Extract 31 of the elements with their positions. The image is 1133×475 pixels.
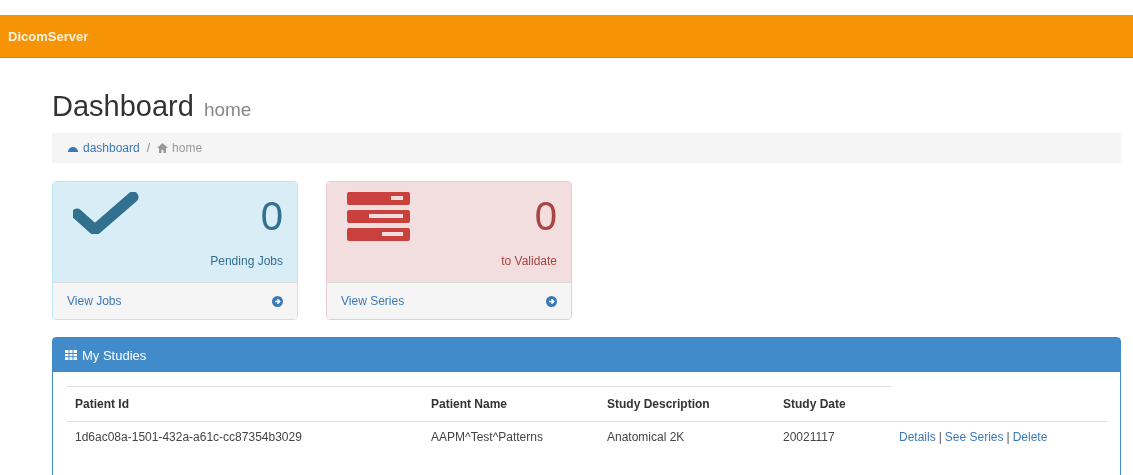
page-subtitle: home bbox=[203, 99, 252, 121]
link-separator: | bbox=[938, 430, 942, 444]
column-header: Patient Id bbox=[67, 386, 423, 422]
action-link[interactable]: Delete bbox=[1012, 430, 1048, 444]
table-cell: Anatomical 2K bbox=[599, 421, 775, 452]
action-link[interactable]: See Series bbox=[944, 430, 1004, 444]
stat-count: 0 bbox=[260, 193, 283, 240]
table-icon bbox=[65, 350, 77, 360]
page-title: Dashboard bbox=[52, 90, 194, 123]
panel-title: My Studies bbox=[82, 347, 147, 363]
breadcrumb-divider: / bbox=[146, 141, 151, 155]
home-icon bbox=[157, 143, 169, 153]
breadcrumb-item[interactable]: dashboard bbox=[67, 141, 140, 155]
stat-label: Pending Jobs bbox=[210, 254, 283, 268]
server-icon bbox=[347, 192, 411, 242]
link-separator: | bbox=[1006, 430, 1010, 444]
card-footer-link[interactable]: View Series bbox=[327, 282, 571, 319]
breadcrumb-item[interactable]: home bbox=[157, 141, 203, 155]
stat-count: 0 bbox=[534, 193, 557, 240]
checkmark-icon bbox=[73, 192, 139, 234]
arrow-circle-icon bbox=[546, 295, 557, 307]
arrow-circle-icon bbox=[272, 295, 283, 307]
action-link[interactable]: Details bbox=[899, 430, 936, 444]
column-header: Patient Name bbox=[423, 386, 599, 422]
column-header: Study Date bbox=[775, 386, 891, 422]
stat-label: to Validate bbox=[501, 254, 557, 268]
column-header: Study Description bbox=[599, 386, 775, 422]
table-cell: 1d6ac08a-1501-432a-a61c-cc87354b3029 bbox=[67, 421, 423, 452]
table-cell: 20021117 bbox=[775, 421, 891, 452]
table-cell: AAPM^Test^Patterns bbox=[423, 421, 599, 452]
card-footer-link[interactable]: View Jobs bbox=[53, 282, 297, 319]
